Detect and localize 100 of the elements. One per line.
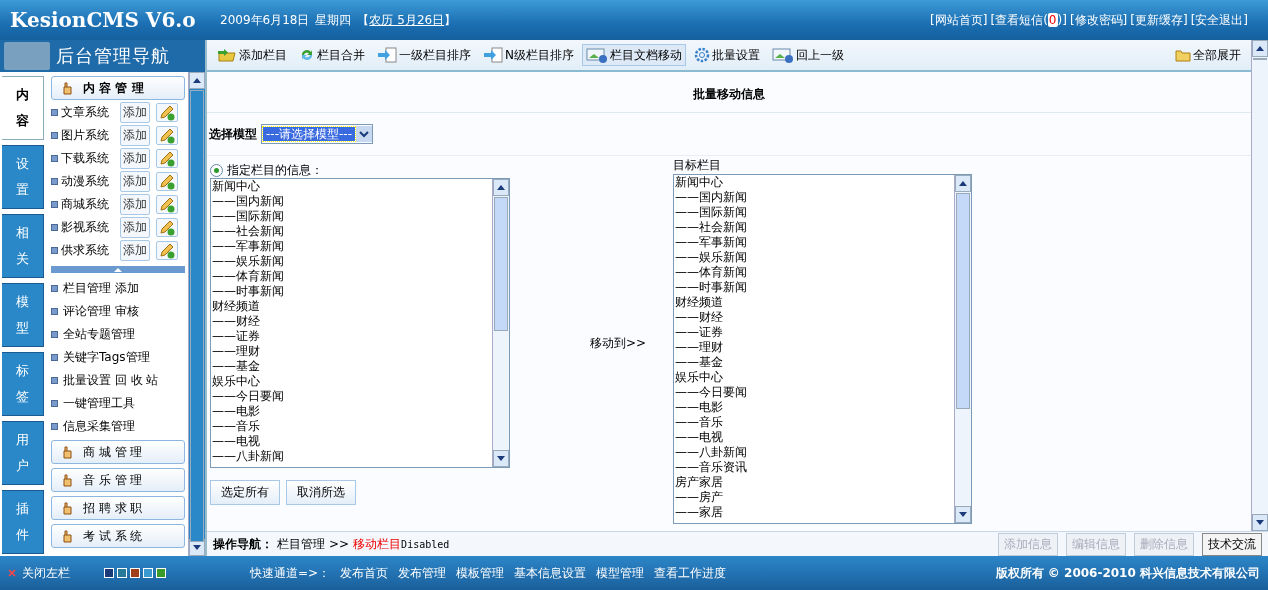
list-item[interactable]: ——电影 xyxy=(675,400,954,415)
nav-link[interactable]: 供求系统 xyxy=(61,242,117,259)
nav-link[interactable]: 动漫系统 xyxy=(61,173,117,190)
list-item[interactable]: ——时事新闻 xyxy=(212,284,492,299)
model-select[interactable]: ---请选择模型--- xyxy=(261,124,373,144)
list-item[interactable]: ——国内新闻 xyxy=(675,190,954,205)
nav-link[interactable]: 批量设置 回 收 站 xyxy=(63,372,159,389)
nav-link[interactable]: 一键管理工具 xyxy=(63,395,135,412)
select-button[interactable]: 取消所选 xyxy=(286,480,356,505)
list-item[interactable]: 新闻中心 xyxy=(675,175,954,190)
list-item[interactable]: ——电影 xyxy=(212,404,492,419)
add-button[interactable]: 添加 xyxy=(120,125,150,146)
header-link[interactable]: [查看短信(0)] xyxy=(990,11,1067,29)
toolbar-button[interactable]: 回上一级 xyxy=(768,44,848,66)
scroll-down-icon[interactable] xyxy=(193,545,201,550)
list-item[interactable]: ——基金 xyxy=(675,355,954,370)
list-item[interactable]: ——房产 xyxy=(675,490,954,505)
list-item[interactable]: ——社会新闻 xyxy=(212,224,492,239)
theme-swatch[interactable] xyxy=(130,568,140,578)
list-item[interactable]: ——理财 xyxy=(212,344,492,359)
add-button[interactable]: 添加 xyxy=(120,102,150,123)
scroll-up-icon[interactable] xyxy=(193,78,201,83)
theme-swatch[interactable] xyxy=(156,568,166,578)
quick-link[interactable]: 模板管理 xyxy=(456,564,505,582)
close-sidebar-link[interactable]: 关闭左栏 xyxy=(22,564,70,582)
list-item[interactable]: ——军事新闻 xyxy=(212,239,492,254)
list-item[interactable]: 娱乐中心 xyxy=(212,374,492,389)
list-item[interactable]: ——今日要闻 xyxy=(675,385,954,400)
quick-link[interactable]: 发布首页 xyxy=(340,564,389,582)
sidebar-tab[interactable]: 相关 xyxy=(2,214,44,278)
list-item[interactable]: ——国际新闻 xyxy=(212,209,492,224)
action-button[interactable]: 技术交流 xyxy=(1202,532,1262,556)
list-item[interactable]: 新闻中心 xyxy=(212,179,492,194)
list-item[interactable]: ——音乐资讯 xyxy=(675,460,954,475)
quick-link[interactable]: 发布管理 xyxy=(398,564,447,582)
scrollbar[interactable] xyxy=(954,175,971,523)
radio-button[interactable] xyxy=(210,163,223,177)
list-item[interactable]: ——社会新闻 xyxy=(675,220,954,235)
nav-link[interactable]: 关键字Tags管理 xyxy=(63,349,150,366)
target-listbox[interactable]: 新闻中心 ——国内新闻 ——国际新闻 ——社会新闻 ——军事新闻 ——娱乐新闻 ——体育新闻 ——时事新闻 财经频道 ——财经 ——证券 ——理财 ——基金 娱乐中心 ——今日要闻 ——电影 ——音乐 ——电视 ——八卦新闻 ——音乐资讯 房产家居 ——房产 ——家居 xyxy=(673,174,972,524)
group-header[interactable]: 商 城 管 理 xyxy=(51,440,185,464)
list-item[interactable]: ——证券 xyxy=(675,325,954,340)
quick-link[interactable]: 模型管理 xyxy=(596,564,645,582)
toolbar-button[interactable]: 栏目文档移动 xyxy=(582,44,686,66)
list-item[interactable]: ——今日要闻 xyxy=(212,389,492,404)
list-item[interactable]: 娱乐中心 xyxy=(675,370,954,385)
header-link[interactable]: [修改密码] xyxy=(1069,11,1128,29)
list-item[interactable]: ——财经 xyxy=(675,310,954,325)
theme-swatch[interactable] xyxy=(104,568,114,578)
sidebar-tab[interactable]: 标签 xyxy=(2,352,44,416)
toolbar-button[interactable]: 批量设置 xyxy=(690,44,764,66)
sidebar-tab[interactable]: 插件 xyxy=(2,490,44,554)
edit-button[interactable] xyxy=(156,218,178,237)
list-item[interactable]: ——娱乐新闻 xyxy=(675,250,954,265)
list-item[interactable]: ——八卦新闻 xyxy=(675,445,954,460)
list-item[interactable]: ——电视 xyxy=(675,430,954,445)
quick-link[interactable]: 查看工作进度 xyxy=(654,564,727,582)
scroll-up-icon[interactable] xyxy=(1256,46,1264,51)
edit-button[interactable] xyxy=(156,241,178,260)
nav-link[interactable]: 全站专题管理 xyxy=(63,326,135,343)
add-button[interactable]: 添加 xyxy=(120,148,150,169)
list-item[interactable]: ——理财 xyxy=(675,340,954,355)
scrollbar[interactable] xyxy=(188,72,205,556)
list-item[interactable]: 财经频道 xyxy=(675,295,954,310)
expand-all-button[interactable]: 全部展开 xyxy=(1171,44,1245,66)
edit-button[interactable] xyxy=(156,172,178,191)
list-item[interactable]: ——基金 xyxy=(212,359,492,374)
scroll-down-icon[interactable] xyxy=(959,512,967,517)
edit-button[interactable] xyxy=(156,126,178,145)
list-item[interactable]: ——八卦新闻 xyxy=(212,449,492,464)
header-link[interactable]: [更新缓存] xyxy=(1130,11,1188,29)
sidebar-tab[interactable]: 用户 xyxy=(2,421,44,485)
sidebar-tab[interactable]: 模型 xyxy=(2,283,44,347)
nav-link[interactable]: 商城系统 xyxy=(61,196,117,213)
scrollbar[interactable] xyxy=(1251,40,1268,531)
list-item[interactable]: ——音乐 xyxy=(212,419,492,434)
list-item[interactable]: ——家居 xyxy=(675,505,954,520)
group-header[interactable]: 考 试 系 统 xyxy=(51,524,185,548)
add-button[interactable]: 添加 xyxy=(120,194,150,215)
scroll-up-icon[interactable] xyxy=(497,185,505,190)
group-header[interactable]: 招 聘 求 职 xyxy=(51,496,185,520)
sidebar-tab[interactable]: 内容 xyxy=(2,76,44,140)
list-item[interactable]: ——财经 xyxy=(212,314,492,329)
nav-link[interactable]: 信息采集管理 xyxy=(63,418,135,435)
list-item[interactable]: 房产家居 xyxy=(675,475,954,490)
group-header[interactable]: 内 容 管 理 xyxy=(51,76,185,100)
list-item[interactable]: ——娱乐新闻 xyxy=(212,254,492,269)
toolbar-button[interactable]: N级栏目排序 xyxy=(479,44,578,66)
group-header[interactable]: 音 乐 管 理 xyxy=(51,468,185,492)
nav-link[interactable]: 图片系统 xyxy=(61,127,117,144)
nav-link[interactable]: 评论管理 审核 xyxy=(63,303,139,320)
toolbar-button[interactable]: 栏目合并 xyxy=(295,44,369,66)
theme-swatch[interactable] xyxy=(143,568,153,578)
edit-button[interactable] xyxy=(156,103,178,122)
theme-swatch[interactable] xyxy=(117,568,127,578)
list-item[interactable]: ——电视 xyxy=(212,434,492,449)
nav-link[interactable]: 下载系统 xyxy=(61,150,117,167)
list-item[interactable]: ——证券 xyxy=(212,329,492,344)
header-link[interactable]: [安全退出] xyxy=(1190,11,1248,29)
list-item[interactable]: ——体育新闻 xyxy=(675,265,954,280)
